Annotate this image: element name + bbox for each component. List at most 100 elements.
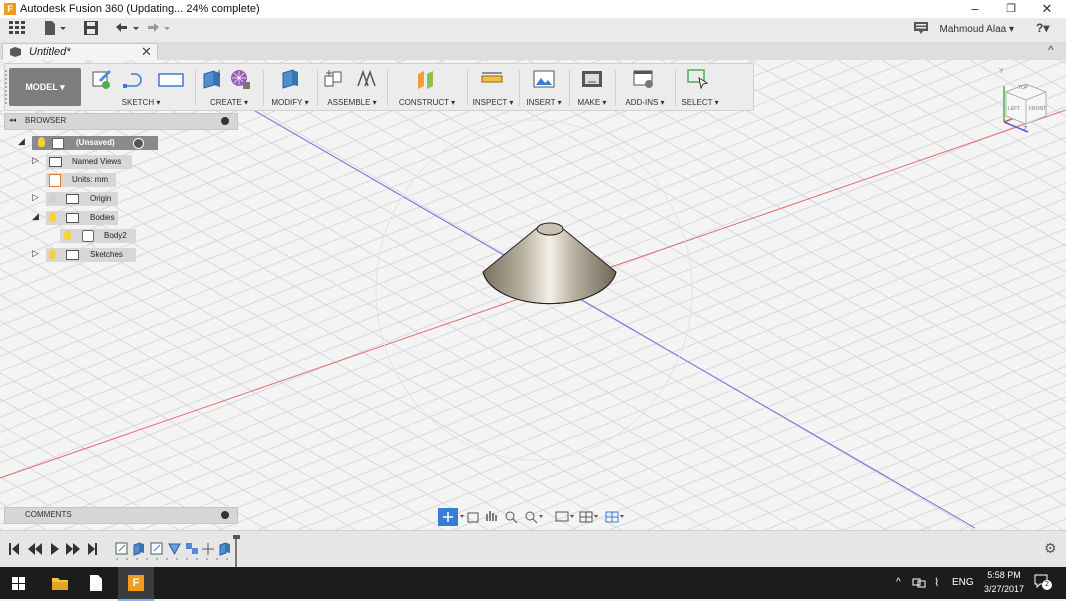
windows-start-icon[interactable] [12, 577, 25, 593]
measure-icon[interactable] [481, 68, 503, 90]
visibility-bulb-icon[interactable] [49, 212, 56, 222]
modify-menu-label[interactable]: MODIFY ▾ [265, 98, 315, 107]
visibility-bulb-off-icon[interactable] [49, 193, 56, 203]
create-group[interactable]: CREATE ▾ [197, 64, 261, 110]
browser-panel-header[interactable]: ◂◂ BROWSER [4, 113, 238, 130]
construct-menu-label[interactable]: CONSTRUCT ▾ [389, 98, 465, 107]
look-at-icon[interactable] [467, 512, 479, 523]
modify-group[interactable]: MODIFY ▾ [265, 64, 315, 110]
help-menu-button[interactable]: ?▾ [1036, 21, 1049, 35]
tree-item-bodies[interactable]: ◢ Bodies [14, 211, 214, 225]
offset-plane-icon[interactable] [415, 68, 437, 90]
3d-print-icon[interactable] [581, 68, 603, 90]
scripts-addins-icon[interactable] [633, 68, 655, 90]
timeline-features[interactable] [115, 535, 240, 567]
action-center-icon[interactable]: 2 [1034, 574, 1052, 590]
inspect-menu-label[interactable]: INSPECT ▾ [469, 98, 517, 107]
select-group[interactable]: SELECT ▾ [677, 64, 723, 110]
3d-viewport[interactable] [0, 60, 1066, 530]
minimize-button[interactable]: – [958, 0, 992, 18]
new-component-icon[interactable] [323, 68, 345, 90]
document-app-icon[interactable] [90, 575, 102, 594]
extrude-icon[interactable] [201, 68, 223, 90]
sketch-group[interactable]: SKETCH ▾ [89, 64, 193, 110]
browser-pin-icon[interactable] [221, 117, 229, 125]
expand-triangle-icon[interactable]: ▷ [32, 192, 39, 203]
document-tab[interactable]: Untitled* ✕ [2, 43, 158, 61]
collapse-triangle-icon[interactable]: ◢ [18, 136, 25, 147]
insert-group[interactable]: INSERT ▾ [521, 64, 567, 110]
insert-image-icon[interactable] [533, 68, 555, 90]
timeline-settings-gear-icon[interactable]: ⚙ [1044, 540, 1057, 557]
pan-hand-icon[interactable] [486, 511, 497, 521]
line-arc-icon[interactable] [123, 68, 145, 90]
user-account-menu[interactable]: Mahmoud Alaa ▾ [939, 24, 1014, 35]
expand-triangle-icon[interactable]: ▷ [32, 155, 39, 166]
file-menu-icon[interactable] [42, 21, 68, 39]
display-settings-icon[interactable] [555, 511, 569, 522]
view-cube-left-face[interactable]: LEFT [1008, 106, 1020, 112]
close-tab-button[interactable]: ✕ [141, 44, 152, 60]
insert-menu-label[interactable]: INSERT ▾ [521, 98, 567, 107]
expand-triangle-icon[interactable]: ▷ [32, 248, 39, 259]
sketch-menu-label[interactable]: SKETCH ▾ [89, 98, 193, 107]
fit-icon[interactable] [525, 511, 535, 521]
select-menu-label[interactable]: SELECT ▾ [677, 98, 723, 107]
browser-collapse-icon[interactable]: ◂◂ [9, 116, 16, 124]
select-cursor-icon[interactable] [687, 68, 709, 90]
undo-icon[interactable] [114, 21, 140, 39]
make-group[interactable]: MAKE ▾ [571, 64, 613, 110]
rectangle-icon[interactable] [157, 68, 185, 90]
restore-button[interactable]: ❐ [994, 0, 1028, 18]
close-window-button[interactable]: ✕ [1030, 0, 1064, 18]
activate-radio-icon[interactable] [133, 138, 144, 149]
job-status-icon[interactable] [912, 21, 930, 39]
add-ins-group[interactable]: ADD-INS ▾ [617, 64, 673, 110]
create-menu-label[interactable]: CREATE ▾ [197, 98, 261, 107]
timeline-end-icon[interactable] [88, 543, 96, 555]
construct-group[interactable]: CONSTRUCT ▾ [389, 64, 465, 110]
timeline-play-icon[interactable] [51, 543, 59, 555]
comments-pin-icon[interactable] [221, 511, 229, 519]
data-panel-grid-icon[interactable] [8, 21, 26, 39]
zoom-icon[interactable] [505, 511, 515, 521]
wifi-icon[interactable]: ⌇ [934, 576, 939, 589]
tree-item-origin[interactable]: ▷ Origin [14, 192, 214, 206]
visibility-bulb-icon[interactable] [38, 137, 45, 147]
tree-item-units[interactable]: Units: mm [14, 173, 214, 187]
add-ins-menu-label[interactable]: ADD-INS ▾ [617, 98, 673, 107]
press-pull-icon[interactable] [279, 68, 301, 90]
file-explorer-icon[interactable] [52, 576, 68, 593]
assemble-group[interactable]: ASSEMBLE ▾ [319, 64, 385, 110]
tree-item-sketches[interactable]: ▷ Sketches [14, 248, 214, 262]
tree-item-body2[interactable]: Body2 [14, 229, 214, 243]
create-sketch-icon[interactable] [91, 68, 113, 90]
view-cube-top-face[interactable]: TOP [1018, 85, 1028, 91]
collapse-triangle-icon[interactable]: ◢ [32, 211, 39, 222]
visibility-bulb-icon[interactable] [49, 249, 56, 259]
timeline-start-icon[interactable] [10, 543, 19, 555]
save-icon[interactable] [82, 21, 100, 39]
collapse-chevron-icon[interactable]: ^ [1048, 43, 1054, 57]
timeline-next-icon[interactable] [66, 543, 80, 555]
inspect-group[interactable]: INSPECT ▾ [469, 64, 517, 110]
joint-icon[interactable] [355, 68, 377, 90]
make-menu-label[interactable]: MAKE ▾ [571, 98, 613, 107]
tree-item-root[interactable]: ◢ (Unsaved) [14, 136, 214, 150]
redo-icon[interactable] [146, 21, 172, 39]
viewport-canvas[interactable] [0, 60, 1066, 530]
form-tspline-icon[interactable] [229, 68, 251, 90]
comments-panel-header[interactable]: COMMENTS [4, 507, 238, 524]
clock-time[interactable]: 5:58 PM [984, 570, 1024, 580]
fusion-taskbar-button[interactable]: F [118, 567, 154, 601]
tree-item-named-views[interactable]: ▷ Named Views [14, 155, 214, 169]
timeline-previous-icon[interactable] [28, 543, 42, 555]
workspace-switcher[interactable]: MODEL ▾ [9, 68, 81, 106]
input-language[interactable]: ENG [952, 577, 974, 588]
assemble-menu-label[interactable]: ASSEMBLE ▾ [319, 98, 385, 107]
view-cube[interactable]: Y Z TOP LEFT FRONT [996, 66, 1056, 136]
network-icon[interactable] [912, 577, 926, 591]
clock-date[interactable]: 3/27/2017 [980, 584, 1028, 594]
tray-expand-icon[interactable]: ^ [896, 577, 901, 588]
visibility-bulb-icon[interactable] [64, 230, 71, 240]
